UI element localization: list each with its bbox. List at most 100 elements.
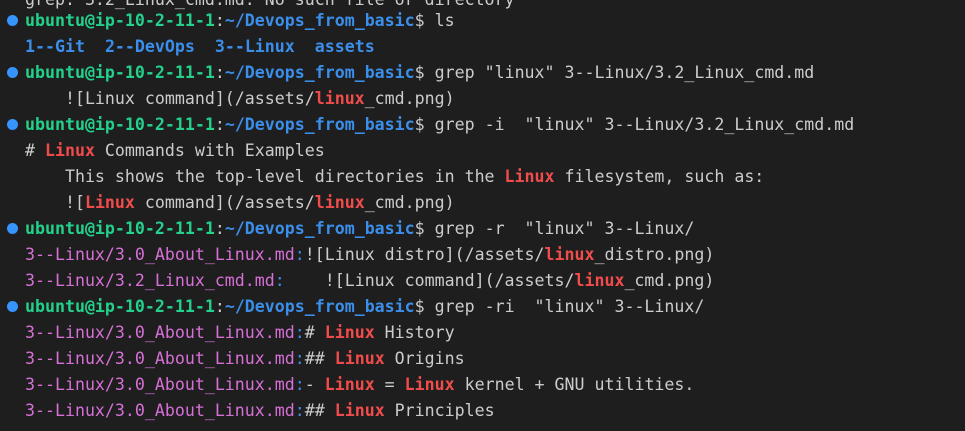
command-text: grep -ri "linux" 3--Linux/	[434, 297, 705, 316]
output-text: Commands with Examples	[94, 141, 325, 160]
prompt-path: ~/Devops_from_basic	[224, 115, 415, 134]
command-text: grep -r "linux" 3--Linux/	[434, 219, 695, 238]
grep-output-line: # Linux Commands with Examples	[0, 138, 325, 164]
prompt-line: ubuntu@ip-10-2-11-1:~/Devops_from_basic$…	[0, 294, 704, 320]
prompt-colon: :	[214, 297, 225, 316]
command-text: ls	[434, 11, 455, 30]
command-status-dot-icon[interactable]	[7, 67, 18, 78]
prompt-dollar: $	[414, 219, 435, 238]
prompt-path: ~/Devops_from_basic	[224, 11, 415, 30]
command-decoration[interactable]	[0, 294, 25, 320]
grep-output-line: This shows the top-level directories in …	[0, 164, 764, 190]
output-text: =	[374, 375, 405, 394]
dir-entry: 2--DevOps	[104, 37, 195, 56]
command-text: grep "linux" 3--Linux/3.2_Linux_cmd.md	[434, 63, 815, 82]
grep-output-line: 3--Linux/3.0_About_Linux.md:## Linux Pri…	[0, 398, 495, 424]
match-highlight: Linux	[334, 349, 385, 368]
output-text: ![Linux command](/assets/	[25, 89, 315, 108]
match-highlight: Linux	[84, 193, 135, 212]
output-text: ##	[304, 349, 335, 368]
ls-output-line: 1--Git 2--DevOps 3--Linux assets	[0, 34, 375, 60]
grep-output-line: 3--Linux/3.0_About_Linux.md:- Linux = Li…	[0, 372, 694, 398]
output-text: filesystem, such as:	[554, 167, 765, 186]
prompt-colon: :	[214, 115, 225, 134]
separator: :	[274, 271, 285, 290]
dir-entry: 1--Git	[25, 37, 85, 56]
prompt-user-host: ubuntu@ip-10-2-11-1	[25, 297, 215, 316]
output-text: Origins	[384, 349, 465, 368]
output-text: _cmd.png)	[364, 193, 455, 212]
match-highlight: linux	[314, 89, 365, 108]
match-highlight: linux	[314, 193, 365, 212]
match-highlight: linux	[544, 245, 595, 264]
grep-output-line: 3--Linux/3.2_Linux_cmd.md: ![Linux comma…	[0, 268, 714, 294]
prompt-user-host: ubuntu@ip-10-2-11-1	[25, 115, 215, 134]
prompt-colon: :	[214, 11, 225, 30]
file-name[interactable]: 3--Linux/3.0_About_Linux.md	[25, 323, 295, 342]
output-text: #	[25, 141, 45, 160]
file-name[interactable]: 3--Linux/3.2_Linux_cmd.md	[25, 271, 275, 290]
output-text: ![	[25, 193, 85, 212]
prompt-line: ubuntu@ip-10-2-11-1:~/Devops_from_basic$…	[0, 8, 455, 34]
output-text: #	[304, 323, 325, 342]
dir-entry: 3--Linux	[214, 37, 295, 56]
output-text: ![Linux command](/assets/	[284, 271, 575, 290]
command-decoration[interactable]	[0, 60, 25, 86]
grep-output-line: ![Linux command](/assets/linux_cmd.png)	[0, 190, 455, 216]
prompt-user-host: ubuntu@ip-10-2-11-1	[25, 63, 215, 82]
grep-output-line: ![Linux command](/assets/linux_cmd.png)	[0, 86, 455, 112]
separator: :	[294, 323, 305, 342]
output-text: Principles	[384, 401, 495, 420]
dir-entry: assets	[314, 37, 375, 56]
command-status-dot-icon[interactable]	[7, 15, 18, 26]
prompt-path: ~/Devops_from_basic	[224, 63, 415, 82]
file-name[interactable]: 3--Linux/3.0_About_Linux.md	[25, 401, 295, 420]
prompt-dollar: $	[414, 115, 435, 134]
output-text: _cmd.png)	[364, 89, 455, 108]
separator: :	[294, 349, 305, 368]
file-name[interactable]: 3--Linux/3.0_About_Linux.md	[25, 349, 295, 368]
match-highlight: Linux	[44, 141, 95, 160]
prompt-colon: :	[214, 219, 225, 238]
command-decoration[interactable]	[0, 216, 25, 242]
prompt-dollar: $	[414, 11, 435, 30]
command-status-dot-icon[interactable]	[7, 119, 18, 130]
command-text: grep -i "linux" 3--Linux/3.2_Linux_cmd.m…	[434, 115, 855, 134]
output-text: -	[304, 375, 325, 394]
prompt-dollar: $	[414, 63, 435, 82]
output-text: kernel + GNU utilities.	[454, 375, 695, 394]
output-text: This shows the top-level directories in …	[25, 167, 505, 186]
match-highlight: linux	[574, 271, 625, 290]
output-text: _cmd.png)	[624, 271, 715, 290]
prompt-line: ubuntu@ip-10-2-11-1:~/Devops_from_basic$…	[0, 112, 854, 138]
separator: :	[294, 375, 305, 394]
grep-output-line: 3--Linux/3.0_About_Linux.md:## Linux Ori…	[0, 346, 465, 372]
prompt-user-host: ubuntu@ip-10-2-11-1	[25, 11, 215, 30]
command-status-dot-icon[interactable]	[7, 223, 18, 234]
prompt-path: ~/Devops_from_basic	[224, 219, 415, 238]
terminal-panel[interactable]: grep: 3.2_Linux_cmd.md: No such file or …	[0, 0, 965, 431]
command-decoration[interactable]	[0, 8, 25, 34]
grep-output-line: 3--Linux/3.0_About_Linux.md:![Linux dist…	[0, 242, 714, 268]
prompt-line: ubuntu@ip-10-2-11-1:~/Devops_from_basic$…	[0, 216, 694, 242]
prompt-colon: :	[214, 63, 225, 82]
file-name[interactable]: 3--Linux/3.0_About_Linux.md	[25, 375, 295, 394]
prompt-dollar: $	[414, 297, 435, 316]
command-decoration[interactable]	[0, 112, 25, 138]
grep-output-line: 3--Linux/3.0_About_Linux.md:# Linux Hist…	[0, 320, 455, 346]
prompt-line: ubuntu@ip-10-2-11-1:~/Devops_from_basic$…	[0, 60, 814, 86]
match-highlight: Linux	[334, 401, 385, 420]
file-name[interactable]: 3--Linux/3.0_About_Linux.md	[25, 245, 295, 264]
output-text: command](/assets/	[134, 193, 315, 212]
output-text: History	[374, 323, 455, 342]
command-status-dot-icon[interactable]	[7, 301, 18, 312]
separator: :	[294, 401, 305, 420]
prompt-user-host: ubuntu@ip-10-2-11-1	[25, 219, 215, 238]
separator: :	[294, 245, 305, 264]
output-text: ![Linux distro](/assets/	[304, 245, 545, 264]
output-text: _distro.png)	[594, 245, 715, 264]
match-highlight: Linux	[324, 323, 375, 342]
match-highlight: Linux	[504, 167, 555, 186]
prompt-path: ~/Devops_from_basic	[224, 297, 415, 316]
match-highlight: Linux	[324, 375, 375, 394]
